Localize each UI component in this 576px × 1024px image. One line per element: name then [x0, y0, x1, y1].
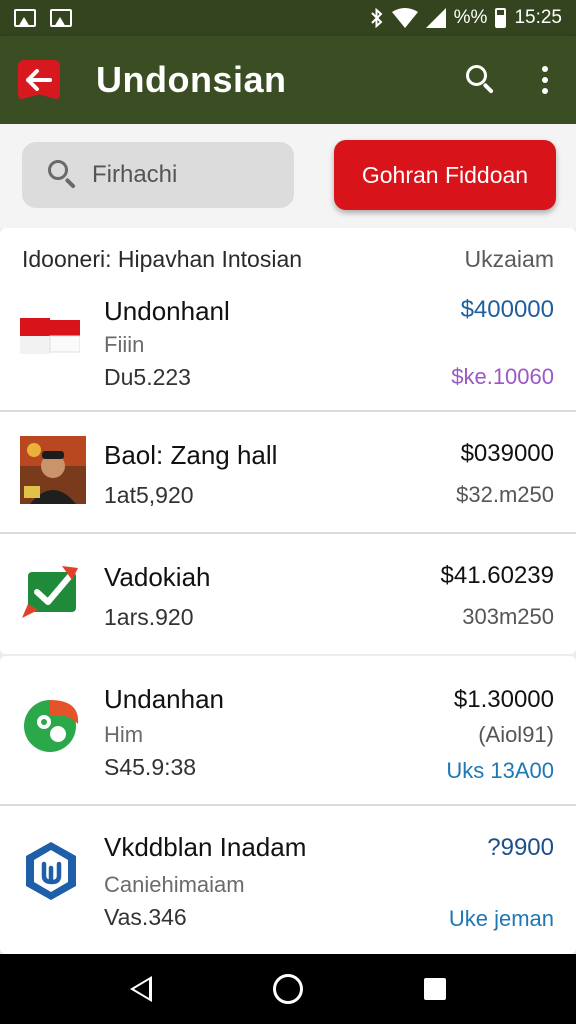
list-header-title: Idooneri: Hipavhan Intosian	[22, 246, 303, 272]
search-field[interactable]	[22, 142, 294, 208]
search-row: Gohran Fiddoan	[0, 124, 576, 228]
list-item[interactable]: Vadokiah 1ars.920 $41.60239 303m250	[0, 534, 576, 654]
search-icon	[48, 160, 78, 190]
nav-recents-icon[interactable]	[423, 978, 446, 1000]
list-item[interactable]: Baol: Zang hall 1at5,920 $039000 $32.m25…	[0, 412, 576, 532]
item-extra: Uks 13A00	[446, 758, 554, 783]
item-code: 1at5,920	[104, 482, 194, 508]
primary-action-button[interactable]: Gohran Fiddoan	[334, 140, 556, 210]
item-amount: ?9900	[487, 834, 554, 861]
nav-home-icon[interactable]	[272, 974, 303, 1004]
shield-icon	[26, 842, 76, 900]
app-bar: Undonsian	[0, 36, 576, 124]
list-item[interactable]: Undonhanl Fiiin Du5.223 $400000 $ke.1006…	[0, 280, 576, 410]
nav-back-icon[interactable]	[130, 976, 153, 1002]
wifi-icon	[391, 8, 418, 28]
page-title: Undonsian	[96, 59, 287, 100]
item-code: Vas.346	[104, 904, 187, 930]
item-note: Uke jeman	[448, 906, 554, 931]
item-note: $ke.10060	[451, 364, 554, 389]
leaf-logo-icon	[24, 700, 79, 752]
check-icon	[22, 566, 78, 618]
item-code: Du5.223	[104, 364, 191, 390]
list-item[interactable]: Undanhan Him S45.9:38 $1.30000 (Aiol91) …	[0, 660, 576, 804]
item-note: 303m250	[462, 604, 554, 629]
item-subtitle: Caniehimaiam	[104, 872, 245, 897]
item-note: $32.m250	[456, 482, 554, 507]
back-button[interactable]	[18, 60, 60, 100]
status-bar: %% 15:25	[0, 0, 576, 36]
flag-icon	[20, 318, 80, 354]
bluetooth-icon	[370, 8, 383, 28]
item-amount: $1.30000	[453, 686, 554, 713]
signal-text: %%	[453, 7, 488, 28]
list-header: Idooneri: Hipavhan Intosian Ukzaiam	[22, 246, 554, 272]
more-options-icon[interactable]	[540, 66, 550, 94]
search-icon[interactable]	[466, 65, 496, 95]
item-title: Vadokiah	[104, 562, 211, 592]
item-title: Undonhanl	[104, 296, 230, 326]
arrow-left-icon	[26, 69, 52, 91]
item-code: 1ars.920	[104, 604, 194, 630]
system-nav-bar	[0, 954, 576, 1024]
item-amount: $039000	[460, 440, 554, 467]
item-subtitle: Him	[104, 722, 144, 747]
signal-icon	[425, 8, 446, 28]
search-input[interactable]	[92, 161, 282, 189]
item-amount: $41.60239	[440, 562, 554, 589]
item-amount: $400000	[460, 296, 554, 323]
item-code: S45.9:38	[104, 754, 197, 780]
clock: 15:25	[514, 7, 562, 28]
list-item[interactable]: Vkddblan Inadam Caniehimaiam Vas.346 ?99…	[0, 806, 576, 954]
image-icon	[50, 9, 72, 27]
battery-icon	[495, 8, 507, 28]
item-subtitle: Fiiin	[104, 332, 145, 357]
item-title: Baol: Zang hall	[104, 440, 278, 470]
avatar-photo	[20, 436, 86, 504]
list-header-right[interactable]: Ukzaiam	[465, 246, 554, 272]
item-note: (Aiol91)	[478, 722, 554, 747]
item-title: Undanhan	[104, 684, 224, 714]
image-icon	[14, 9, 36, 27]
item-title: Vkddblan Inadam	[104, 832, 307, 862]
